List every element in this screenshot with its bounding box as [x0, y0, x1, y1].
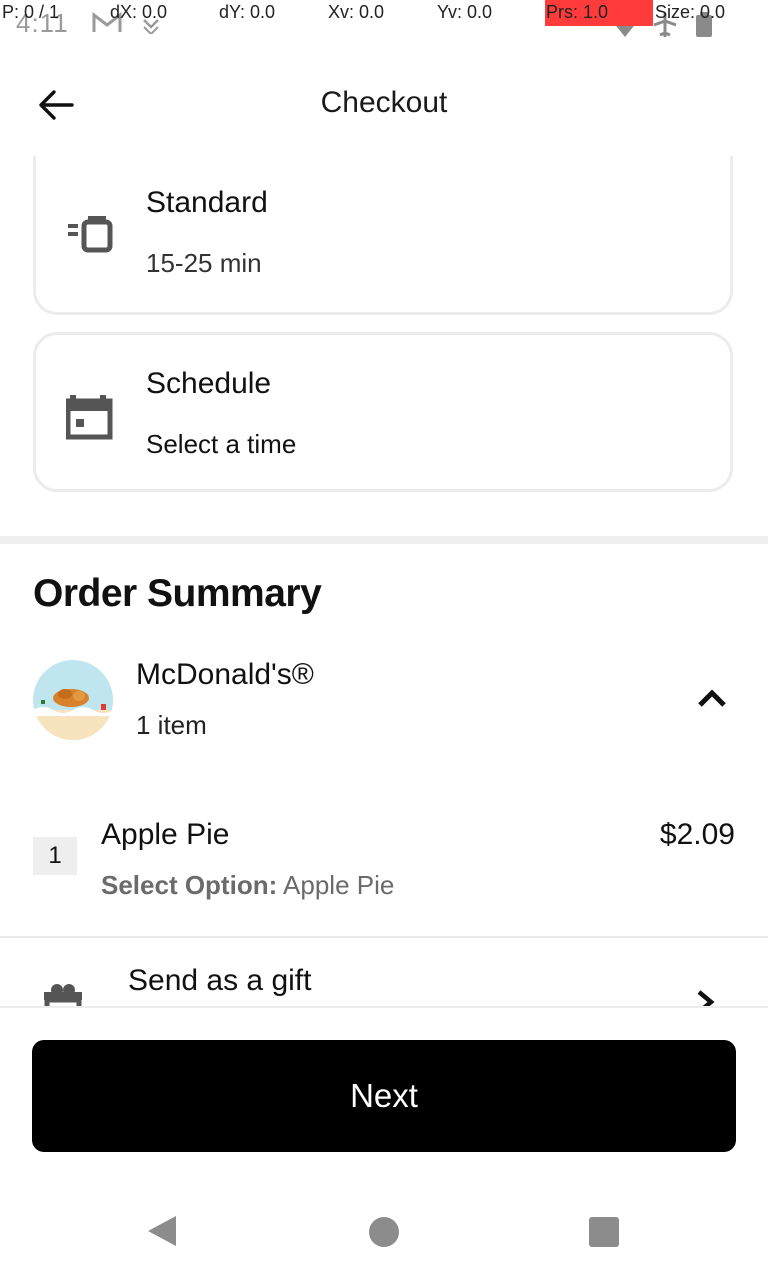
food-image-icon [33, 660, 113, 740]
store-avatar [33, 660, 113, 740]
delivery-option-schedule[interactable]: Schedule Select a time [33, 332, 733, 492]
gift-label: Send as a gift [128, 964, 312, 997]
chevron-up-icon [698, 689, 726, 707]
option-subtitle: Select a time [146, 429, 297, 459]
app-header: Checkout [0, 64, 768, 144]
collapse-order-button[interactable] [690, 680, 734, 716]
item-option-value: Apple Pie [277, 870, 395, 900]
chevron-right-icon [697, 990, 715, 1006]
option-subtitle: 15-25 min [146, 248, 262, 278]
item-option-label: Select Option: [101, 870, 278, 900]
item-price: $2.09 [659, 818, 735, 851]
debug-size: Size: 0.0 [655, 2, 726, 22]
debug-xv: Xv: 0.0 [328, 2, 385, 22]
debug-dx: dX: 0.0 [110, 2, 168, 22]
pointer-debug-overlay: P: 0 / 1 dX: 0.0 dY: 0.0 Xv: 0.0 Yv: 0.0… [0, 0, 768, 28]
send-as-gift-row[interactable]: Send as a gift [0, 940, 768, 1006]
item-option: Select Option: Apple Pie [101, 870, 394, 901]
delivery-option-standard[interactable]: Standard 15-25 min [33, 156, 733, 315]
bottom-divider [0, 1006, 768, 1008]
option-title: Schedule [146, 367, 272, 400]
gift-icon [44, 984, 82, 1006]
page-title: Checkout [320, 86, 448, 119]
calendar-icon [66, 395, 113, 440]
item-divider [0, 936, 768, 938]
nav-recents-icon[interactable] [589, 1217, 619, 1247]
system-navigation-bar [0, 1190, 768, 1280]
debug-dy: dY: 0.0 [219, 2, 276, 22]
debug-pointer: P: 0 / 1 [2, 2, 60, 22]
debug-prs: Prs: 1.0 [546, 2, 609, 22]
order-summary-heading: Order Summary [33, 572, 322, 615]
delivery-scooter-icon [68, 216, 113, 253]
option-title: Standard [146, 186, 268, 219]
store-item-count: 1 item [136, 710, 207, 740]
section-divider [0, 536, 768, 544]
debug-yv: Yv: 0.0 [437, 2, 493, 22]
nav-back-icon[interactable] [146, 1214, 178, 1248]
nav-home-icon[interactable] [369, 1217, 399, 1247]
item-name: Apple Pie [101, 818, 230, 851]
next-button[interactable]: Next [32, 1040, 736, 1152]
item-quantity-badge: 1 [33, 837, 77, 875]
store-name: McDonald's® [136, 658, 314, 691]
